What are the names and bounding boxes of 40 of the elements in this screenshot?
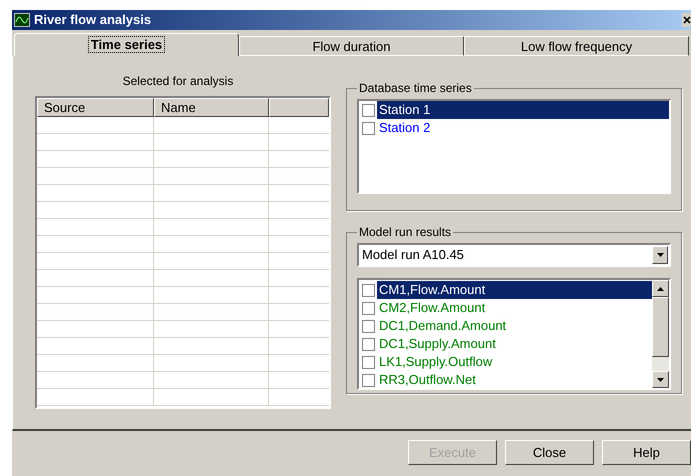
checkbox[interactable] [362, 122, 375, 134]
checkbox[interactable] [362, 284, 375, 296]
window-title: River flow analysis [34, 11, 152, 30]
scroll-up-button[interactable] [652, 280, 669, 297]
scrollbar[interactable] [652, 280, 669, 388]
model-run-dropdown[interactable]: Model run A10.45 [357, 243, 671, 267]
list-item[interactable]: Station 1 [377, 101, 669, 119]
column-header[interactable]: Source [37, 98, 154, 117]
caret-up-icon [657, 286, 664, 290]
dialog-button[interactable]: Help [602, 440, 691, 465]
list-item[interactable]: LK1,Supply.Outflow [377, 353, 652, 371]
tab[interactable]: Flow duration [239, 36, 464, 56]
checkbox[interactable] [362, 356, 375, 368]
list-item[interactable]: DC1,Supply.Amount [377, 335, 652, 353]
list-item[interactable]: RR3,Outflow.Net [377, 371, 652, 389]
scroll-down-button[interactable] [652, 371, 669, 388]
group-label: Model run results [358, 224, 452, 241]
checkbox[interactable] [362, 320, 375, 332]
list-item[interactable]: CM2,Flow.Amount [377, 299, 652, 317]
tab[interactable]: Time series [14, 33, 239, 56]
dropdown-value: Model run A10.45 [361, 246, 465, 264]
checkbox[interactable] [362, 374, 375, 386]
section-label: Selected for analysis [122, 73, 234, 90]
caret-down-icon [657, 378, 664, 382]
group-label: Database time series [358, 80, 473, 97]
checkbox[interactable] [362, 338, 375, 350]
dialog-button[interactable]: Close [505, 440, 594, 465]
close-button[interactable] [682, 13, 691, 27]
tab[interactable]: Low flow frequency [464, 36, 689, 56]
close-icon [682, 16, 691, 24]
scroll-thumb[interactable] [652, 297, 669, 357]
checkbox[interactable] [362, 302, 375, 314]
caret-down-icon [656, 253, 664, 257]
column-header[interactable]: Name [154, 98, 269, 117]
list-item[interactable]: CM1,Flow.Amount [377, 281, 652, 299]
checkbox[interactable] [362, 104, 375, 116]
dropdown-arrow-button[interactable] [652, 246, 668, 264]
column-header[interactable] [269, 98, 329, 117]
list-item[interactable]: DC1,Demand.Amount [377, 317, 652, 335]
list-item[interactable]: Station 2 [377, 119, 669, 137]
